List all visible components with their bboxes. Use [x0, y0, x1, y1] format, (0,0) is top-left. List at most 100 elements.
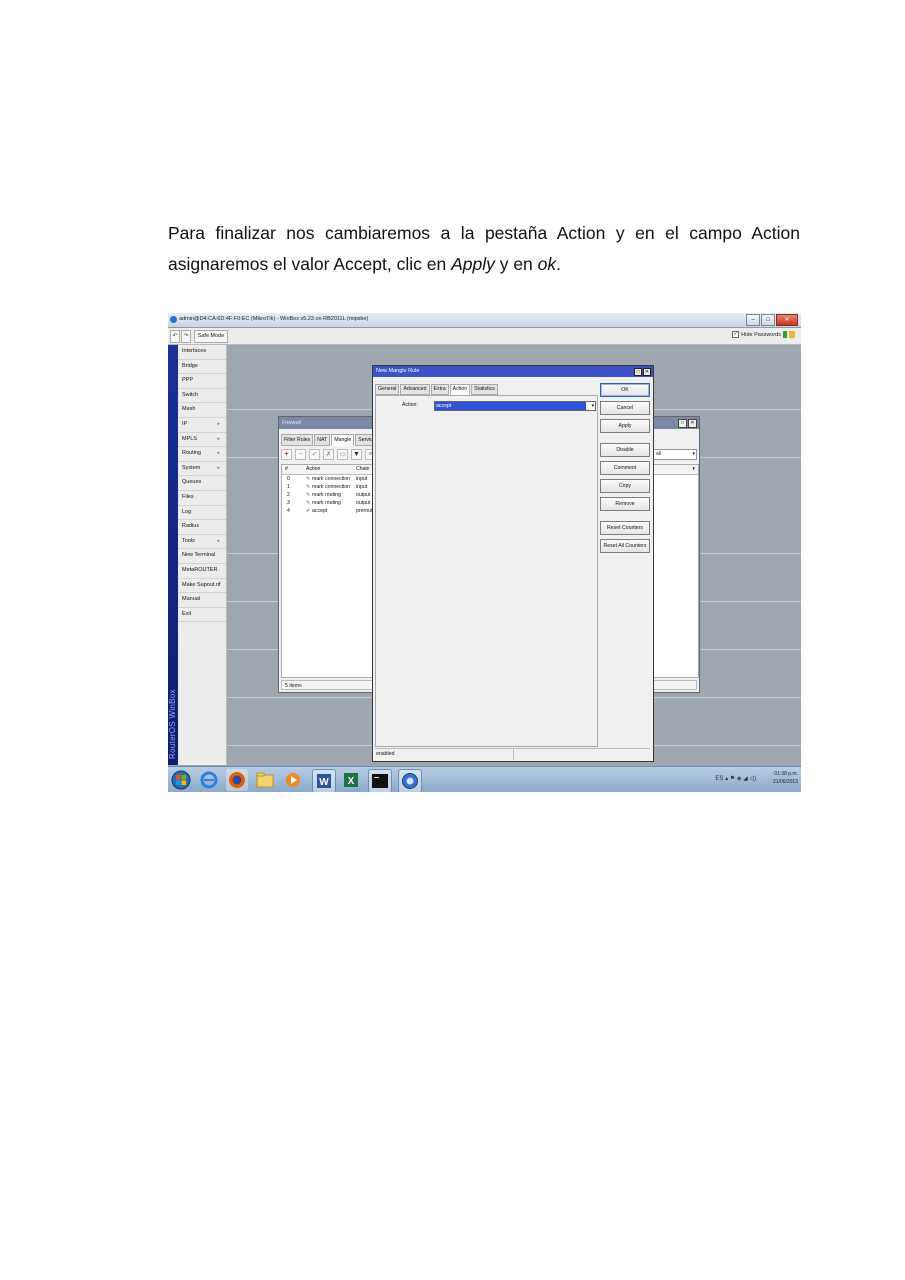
undo-icon[interactable]: ↶: [170, 330, 180, 343]
disable-icon[interactable]: ✗: [323, 449, 334, 460]
chevron-right-icon: ▸: [217, 450, 220, 457]
sidebar-item-bridge[interactable]: Bridge: [178, 360, 226, 375]
column-header[interactable]: Chain: [356, 466, 370, 472]
ok-button[interactable]: OK: [600, 383, 650, 397]
language-indicator[interactable]: ES: [715, 776, 723, 782]
cancel-button[interactable]: Cancel: [600, 401, 650, 415]
clock[interactable]: 01:38 p.m. 21/06/2013: [773, 770, 798, 786]
comment-button[interactable]: Comment: [600, 461, 650, 475]
sidebar-item-switch[interactable]: Switch: [178, 389, 226, 404]
hide-passwords-toggle[interactable]: ✓ Hide Passwords: [732, 331, 795, 338]
dialog-window-controls: □ ✕: [634, 368, 651, 376]
tab-filter-rules[interactable]: Filter Rules: [281, 434, 314, 446]
paragraph-text: asignaremos el valor Accept, clic en: [168, 254, 452, 274]
window-titlebar: admin@D4:CA:6D:4F:F0:EC (MikroTik) - Win…: [168, 313, 801, 328]
apply-button[interactable]: Apply: [600, 419, 650, 433]
row-action: mark connection: [312, 475, 351, 482]
tray-icons[interactable]: ES ▴ ⚑ ◈ ◢ ◁): [715, 775, 756, 782]
dialog-title: New Mangle Rule: [373, 366, 653, 377]
start-button[interactable]: [170, 769, 192, 791]
checkbox-icon[interactable]: ✓: [732, 331, 740, 338]
row-chain: output: [356, 491, 371, 498]
sidebar-item-queues[interactable]: Queues: [178, 476, 226, 491]
sidebar-item-label: MetaROUTER: [182, 566, 218, 573]
sidebar-item-metarouter[interactable]: MetaROUTER: [178, 564, 226, 579]
chevron-right-icon: ▸: [217, 420, 220, 427]
sidebar-item-interfaces[interactable]: Interfaces: [178, 345, 226, 360]
file-explorer-icon[interactable]: [254, 769, 276, 791]
word-icon[interactable]: W: [312, 769, 336, 792]
main-toolbar: ↶ ↷ Safe Mode ✓ Hide Passwords: [168, 328, 801, 345]
terminal-icon[interactable]: [368, 769, 392, 792]
chevron-down-icon: ▾: [692, 451, 695, 457]
sidebar-item-mpls[interactable]: MPLS ▸: [178, 433, 226, 448]
sidebar-item-files[interactable]: Files: [178, 491, 226, 506]
chevron-down-icon[interactable]: ▾: [692, 466, 695, 472]
sidebar-item-routing[interactable]: Routing ▸: [178, 447, 226, 462]
sidebar-item-mesh[interactable]: Mesh: [178, 403, 226, 418]
internet-explorer-icon[interactable]: [198, 769, 220, 791]
reset-counters-button[interactable]: Reset Counters: [600, 521, 650, 535]
remove-button[interactable]: Remove: [600, 497, 650, 511]
tab-mangle[interactable]: Mangle: [331, 434, 355, 446]
tab-extra[interactable]: Extra: [430, 384, 449, 395]
paragraph-line-1: Para finalizar nos cambiaremos a la pest…: [168, 223, 800, 243]
row-chain: input: [356, 483, 368, 490]
sidebar-item-system[interactable]: System ▸: [178, 462, 226, 477]
pencil-icon: ✎: [306, 475, 311, 482]
sidebar-item-label: System: [182, 464, 201, 471]
sidebar-item-log[interactable]: Log: [178, 506, 226, 521]
reset-all-counters-button[interactable]: Reset All Counters: [600, 539, 650, 553]
enable-icon[interactable]: ✓: [309, 449, 320, 460]
redo-icon[interactable]: ↷: [181, 330, 191, 343]
sidebar-item-exit[interactable]: Exit: [178, 608, 226, 623]
firefox-icon[interactable]: [226, 769, 248, 791]
winbox-taskbar-icon[interactable]: [398, 769, 422, 792]
add-icon[interactable]: +: [281, 449, 292, 460]
tab-nat[interactable]: NAT: [314, 434, 331, 446]
sidebar-item-ip[interactable]: IP ▸: [178, 418, 226, 433]
maximize-icon[interactable]: □: [634, 368, 642, 376]
maximize-icon[interactable]: □: [761, 314, 775, 326]
column-header[interactable]: #: [285, 466, 288, 472]
sidebar-item-label: IP: [182, 420, 188, 427]
action-value: accept: [435, 402, 586, 410]
copy-button[interactable]: Copy: [600, 479, 650, 493]
sidebar-item-label: Radius: [182, 523, 200, 530]
excel-icon[interactable]: X: [340, 769, 362, 791]
filter-select[interactable]: all ▾: [653, 449, 697, 460]
disable-button[interactable]: Disable: [600, 443, 650, 457]
close-icon[interactable]: ✕: [688, 419, 697, 428]
tab-statistics[interactable]: Statistics: [471, 384, 498, 395]
tab-action[interactable]: Action: [449, 384, 471, 395]
sidebar-item-make-supout-rif[interactable]: Make Supout.rif: [178, 579, 226, 594]
action-pane: Action: accept ▾: [375, 395, 598, 747]
safe-mode-button[interactable]: Safe Mode: [194, 330, 228, 343]
sidebar-item-tools[interactable]: Tools ▸: [178, 535, 226, 550]
action-select[interactable]: accept ▾: [434, 401, 596, 411]
close-icon[interactable]: ✕: [776, 314, 798, 326]
sidebar-item-label: Bridge: [182, 362, 198, 369]
firewall-tabs: Filter Rules NAT Mangle Service P: [281, 434, 384, 446]
tab-advanced[interactable]: Advanced: [400, 384, 430, 395]
comment-icon[interactable]: ▭: [337, 449, 348, 460]
winbox-icon: [170, 316, 177, 323]
remove-icon[interactable]: −: [295, 449, 306, 460]
maximize-icon[interactable]: □: [678, 419, 687, 428]
sidebar-item-ppp[interactable]: PPP: [178, 374, 226, 389]
sidebar-item-new-terminal[interactable]: New Terminal: [178, 549, 226, 564]
tab-general[interactable]: General: [375, 384, 400, 395]
media-player-icon[interactable]: [282, 769, 304, 791]
sidebar-item-label: Switch: [182, 391, 199, 398]
minimize-icon[interactable]: –: [746, 314, 760, 326]
column-header[interactable]: Action: [306, 466, 320, 472]
firewall-toolbar: + − ✓ ✗ ▭ ▼ ≡: [281, 449, 376, 460]
close-icon[interactable]: ✕: [643, 368, 651, 376]
filter-icon[interactable]: ▼: [351, 449, 362, 460]
dialog-tabs: General Advanced Extra Action Statistics: [375, 384, 498, 395]
row-action: mark routing: [312, 491, 341, 498]
sidebar-item-manual[interactable]: Manual: [178, 593, 226, 608]
sidebar-item-radius[interactable]: Radius: [178, 520, 226, 535]
sidebar-item-label: Mesh: [182, 406, 196, 413]
chevron-down-icon[interactable]: ▾: [591, 402, 594, 410]
